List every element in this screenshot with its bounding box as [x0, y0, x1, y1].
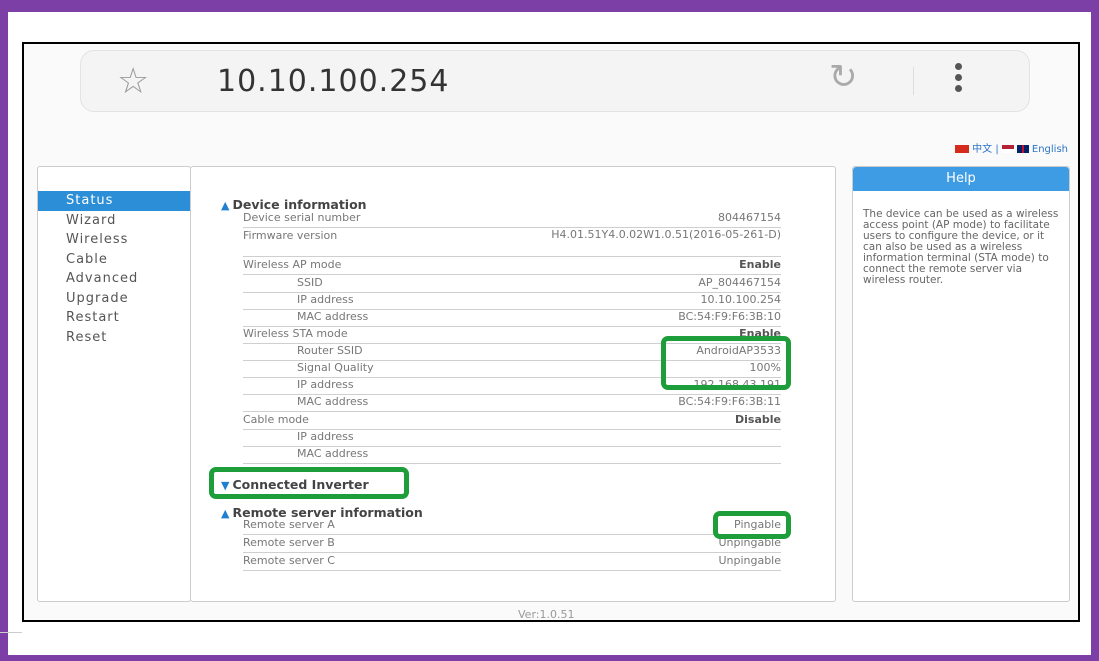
row-label: Remote server C [243, 554, 335, 567]
divider [913, 67, 914, 95]
table-row: Firmware version H4.01.51Y4.0.02W1.0.51(2… [243, 228, 781, 257]
nav-cable[interactable]: Cable [38, 250, 190, 270]
nav-restart[interactable]: Restart [38, 308, 190, 328]
row-label: Cable mode [243, 413, 309, 426]
sidebar: Status Wizard Wireless Cable Advanced Up… [37, 166, 191, 602]
row-label: Wireless STA mode [243, 327, 348, 340]
address-bar[interactable]: ☆ 10.10.100.254 ↻ [80, 50, 1030, 112]
row-label: Remote server B [243, 536, 335, 549]
us-flag-icon[interactable] [1001, 145, 1014, 153]
row-value: Unpingable [718, 554, 781, 567]
highlight-box [661, 336, 791, 390]
star-icon[interactable]: ☆ [117, 61, 149, 102]
help-text: The device can be used as a wireless acc… [863, 208, 1059, 286]
nav-wireless[interactable]: Wireless [38, 230, 190, 250]
highlight-box [713, 511, 791, 539]
row-label: Router SSID [297, 344, 363, 357]
reload-icon[interactable]: ↻ [829, 57, 858, 97]
table-row: Remote server B Unpingable [243, 535, 781, 553]
row-value: AP_804467154 [698, 276, 781, 289]
row-label: MAC address [297, 447, 369, 460]
table-row: Device serial number 804467154 [243, 210, 781, 228]
table-row: IP address 10.10.100.254 [243, 292, 781, 310]
row-value: BC:54:F9:F6:3B:11 [678, 395, 781, 408]
chevron-up-icon[interactable]: ▲ [221, 199, 229, 212]
row-label: IP address [297, 378, 354, 391]
status-panel: ▲ Device information Device serial number… [190, 166, 836, 602]
row-label: Signal Quality [297, 361, 374, 374]
lang-separator: | [995, 144, 999, 155]
nav-wizard[interactable]: Wizard [38, 211, 190, 231]
table-row: SSID AP_804467154 [243, 275, 781, 293]
uk-flag-icon[interactable] [1016, 145, 1029, 153]
row-label: MAC address [297, 310, 369, 323]
table-row: MAC address BC:54:F9:F6:3B:11 [243, 394, 781, 412]
table-row: Wireless AP mode Enable [243, 257, 781, 275]
language-switcher: 中文 | English [955, 140, 1068, 155]
row-value: 10.10.100.254 [700, 293, 781, 306]
nav-advanced[interactable]: Advanced [38, 269, 190, 289]
row-value: Disable [735, 413, 781, 426]
version-label: Ver:1.0.51 [518, 608, 575, 621]
china-flag-icon[interactable] [955, 145, 970, 153]
table-row: MAC address BC:54:F9:F6:3B:10 [243, 309, 781, 327]
nav-reset[interactable]: Reset [38, 328, 190, 348]
row-label: Device serial number [243, 211, 361, 224]
row-label: SSID [297, 276, 323, 289]
help-title: Help [853, 167, 1069, 191]
table-row: IP address [243, 429, 781, 447]
row-label: Wireless AP mode [243, 258, 342, 271]
row-value: Enable [739, 258, 781, 271]
row-label: Remote server A [243, 518, 335, 531]
url-text[interactable]: 10.10.100.254 [217, 64, 449, 99]
browser-page: ☆ 10.10.100.254 ↻ 中文 | English Status Wi… [22, 42, 1080, 622]
highlight-box [209, 467, 409, 499]
row-label: IP address [297, 293, 354, 306]
row-label: IP address [297, 430, 354, 443]
row-value: BC:54:F9:F6:3B:10 [678, 310, 781, 323]
lang-chinese[interactable]: 中文 [972, 144, 992, 155]
nav-upgrade[interactable]: Upgrade [38, 289, 190, 309]
table-row: Remote server C Unpingable [243, 553, 781, 571]
kebab-menu-icon[interactable] [955, 59, 963, 96]
row-label: MAC address [297, 395, 369, 408]
lang-english[interactable]: English [1032, 144, 1068, 155]
chevron-up-icon[interactable]: ▲ [221, 507, 229, 520]
table-row: Cable mode Disable [243, 412, 781, 430]
help-panel: Help The device can be used as a wireles… [852, 166, 1070, 602]
row-value: 804467154 [718, 211, 781, 224]
nav-status[interactable]: Status [38, 191, 190, 211]
divider [0, 632, 22, 633]
row-value: H4.01.51Y4.0.02W1.0.51(2016-05-261-D) [551, 228, 781, 241]
row-label: Firmware version [243, 229, 338, 242]
table-row: MAC address [243, 446, 781, 464]
table-row: Remote server A Pingable [243, 517, 781, 535]
